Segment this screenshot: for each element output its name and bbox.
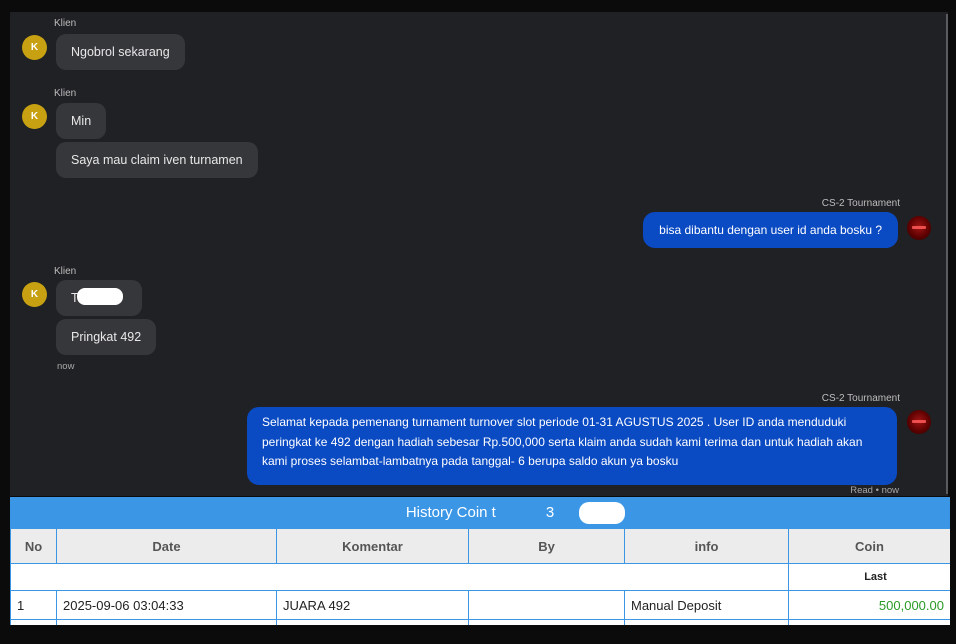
message-line: Selamat kepada pemenang turnament turnov… (262, 415, 847, 429)
incoming-message-bubble: Ngobrol sekarang (56, 34, 185, 70)
column-header-no: No (10, 529, 57, 564)
column-header-date: Date (56, 529, 277, 564)
history-table: No Date Komentar By info Coin Last 1 202… (10, 529, 950, 625)
history-title-suffix: 3 (545, 504, 555, 521)
agent-avatar (907, 410, 931, 434)
table-row (10, 619, 950, 625)
sender-name: CS-2 Tournament (821, 198, 900, 209)
column-header-coin: Coin (788, 529, 950, 564)
client-avatar: K (22, 104, 47, 129)
cell-no: 1 (10, 590, 57, 620)
subheader-row: Last (10, 563, 950, 591)
column-header-info: info (624, 529, 789, 564)
chat-scrollbar[interactable] (946, 14, 948, 494)
cell-by (468, 590, 625, 620)
incoming-message-bubble: Pringkat 492 (56, 319, 157, 355)
column-header-by: By (468, 529, 625, 564)
chat-panel: Klien K Ngobrol sekarang Klien K Min Say… (10, 12, 948, 496)
table-row: 1 2025-09-06 03:04:33 JUARA 492 Manual D… (10, 590, 950, 620)
sender-name: Klien (54, 266, 77, 277)
column-header-komentar: Komentar (276, 529, 469, 564)
history-title: History Coin t 3 (10, 497, 950, 529)
message-status: Read • now (850, 485, 899, 496)
sender-name: Klien (54, 18, 77, 29)
outgoing-message-bubble: Selamat kepada pemenang turnament turnov… (247, 407, 897, 485)
cell-date: 2025-09-06 03:04:33 (56, 590, 277, 620)
redaction-mark (579, 502, 625, 524)
incoming-message-bubble: Min (56, 103, 107, 139)
redaction-mark (77, 288, 123, 305)
cell-info: Manual Deposit (624, 590, 789, 620)
sender-name: CS-2 Tournament (821, 393, 900, 404)
message-time: now (57, 361, 75, 372)
message-line: peringkat ke 492 dengan hadiah sebesar R… (262, 434, 863, 449)
cell-komentar: JUARA 492 (276, 590, 469, 620)
history-title-text: History Coin t (405, 504, 496, 521)
client-avatar: K (22, 282, 47, 307)
incoming-message-bubble: Saya mau claim iven turnamen (56, 142, 258, 178)
sender-name: Klien (54, 88, 77, 99)
cell-coin: 500,000.00 (788, 590, 950, 620)
client-avatar: K (22, 35, 47, 60)
outgoing-message-bubble: bisa dibantu dengan user id anda bosku ? (643, 212, 898, 248)
message-line: kami proses selambat-lambatnya pada tang… (262, 454, 679, 468)
history-coin-panel: History Coin t 3 No Date Komentar By info… (10, 497, 950, 625)
agent-avatar (907, 216, 931, 240)
subheader-last: Last (788, 563, 950, 591)
